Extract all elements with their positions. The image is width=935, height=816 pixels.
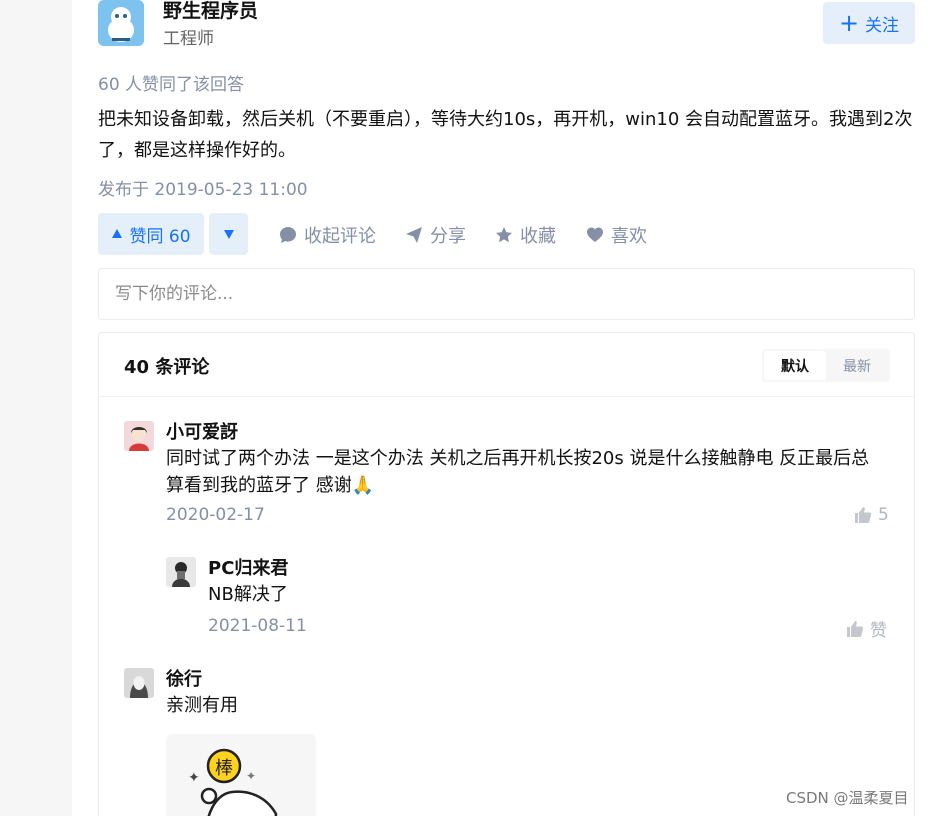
vote-down-button[interactable] <box>209 213 248 255</box>
comment-sticker-image[interactable]: ✦ ✦ 棒 <box>166 734 316 816</box>
comment-input[interactable] <box>98 268 915 320</box>
share-button[interactable]: 分享 <box>405 221 466 249</box>
comment-date: 2020-02-17 <box>166 505 265 525</box>
follow-button[interactable]: + 关注 <box>823 2 915 44</box>
commenter-avatar[interactable] <box>124 421 154 451</box>
comment-date: 2021-08-11 <box>208 616 307 636</box>
triangle-up-icon <box>112 229 123 238</box>
person-avatar-icon <box>166 557 196 587</box>
star-icon <box>496 227 512 243</box>
collapse-comments-label: 收起评论 <box>304 226 376 247</box>
girl-avatar-icon <box>124 421 154 451</box>
comment-like-count: 赞 <box>870 621 887 641</box>
author-title: 工程师 <box>163 29 214 49</box>
thumbs-up-icon <box>847 620 864 637</box>
commenter-name[interactable]: 徐行 <box>166 665 202 691</box>
comment-item: 小可爱訝 同时试了两个办法 一是这个办法 关机之后再开机长按20s 说是什么接触… <box>124 421 894 531</box>
favorite-button[interactable]: 收藏 <box>495 221 556 249</box>
collapse-comments-button[interactable]: 收起评论 <box>279 221 376 249</box>
robot-avatar-icon <box>98 0 144 46</box>
triangle-down-icon <box>223 230 234 239</box>
comment-text: NB解决了 <box>208 584 288 605</box>
answer-card: 野生程序员 工程师 + 关注 60 人赞同了该回答 把未知设备卸载，然后关机（不… <box>72 0 935 816</box>
comment-like-button[interactable]: 5 <box>854 505 889 525</box>
sticker-text: 棒 <box>215 758 233 779</box>
vote-up-label: 赞同 60 <box>129 226 191 247</box>
sort-switch: 默认 最新 <box>762 349 890 382</box>
commenter-name[interactable]: 小可爱訝 <box>166 418 238 444</box>
like-label: 喜欢 <box>611 226 647 247</box>
comment-like-button[interactable]: 赞 <box>846 616 887 641</box>
heart-icon <box>587 227 603 242</box>
author-avatar[interactable] <box>98 0 144 46</box>
thumbs-cat-sticker: ✦ ✦ 棒 <box>188 748 278 816</box>
likes-count[interactable]: 60 人赞同了该回答 <box>98 70 244 95</box>
svg-text:✦: ✦ <box>246 769 256 783</box>
favorite-label: 收藏 <box>520 226 556 247</box>
publish-time[interactable]: 发布于 2019-05-23 11:00 <box>98 175 308 200</box>
svg-text:✦: ✦ <box>188 770 200 786</box>
reply-item: PC归来君 NB解决了 2021-08-11 赞 <box>166 557 894 647</box>
answer-content: 把未知设备卸载，然后关机（不要重启），等待大约10s，再开机，win10 会自动… <box>98 109 913 161</box>
vote-up-button[interactable]: 赞同 60 <box>98 213 204 255</box>
commenter-avatar[interactable] <box>166 557 196 587</box>
comments-panel: 40 条评论 默认 最新 小可爱訝 同时试了两个办法 一是这个办法 关机之后再开… <box>98 332 915 816</box>
sort-default-tab[interactable]: 默认 <box>764 351 826 380</box>
commenter-avatar[interactable] <box>124 668 154 698</box>
comment-like-count: 5 <box>878 505 889 525</box>
sort-latest-tab[interactable]: 最新 <box>826 351 888 380</box>
comment-text: 同时试了两个办法 一是这个办法 关机之后再开机长按20s 说是什么接触静电 反正… <box>166 448 870 496</box>
share-label: 分享 <box>430 226 466 247</box>
comments-count: 40 条评论 <box>124 357 210 378</box>
commenter-name[interactable]: PC归来君 <box>208 554 288 580</box>
portrait-avatar-icon <box>124 668 154 698</box>
follow-label: 关注 <box>865 15 900 36</box>
comments-header: 40 条评论 默认 最新 <box>99 333 914 397</box>
thumbs-up-icon <box>855 507 872 523</box>
paper-plane-icon <box>406 227 422 243</box>
author-name[interactable]: 野生程序员 <box>163 0 258 23</box>
plus-icon: + <box>838 9 860 37</box>
comment-item: 徐行 亲测有用 ✦ ✦ 棒 <box>124 668 894 816</box>
like-button[interactable]: 喜欢 <box>586 221 647 249</box>
csdn-watermark: CSDN @温柔夏目 <box>786 789 909 807</box>
comment-text: 亲测有用 <box>166 695 238 716</box>
comment-bubble-icon <box>280 227 296 243</box>
